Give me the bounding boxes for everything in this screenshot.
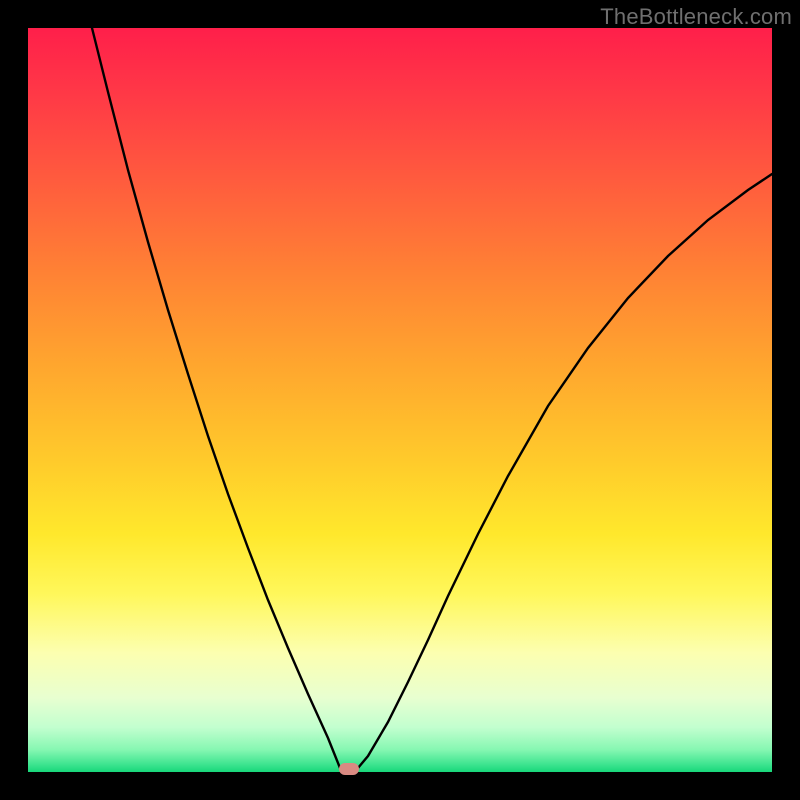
curve-right-branch	[358, 174, 772, 768]
chart-curve-svg	[28, 28, 772, 772]
watermark-text: TheBottleneck.com	[600, 4, 792, 30]
curve-left-branch	[92, 28, 340, 768]
chart-frame	[28, 28, 772, 772]
optimum-marker	[339, 763, 359, 775]
